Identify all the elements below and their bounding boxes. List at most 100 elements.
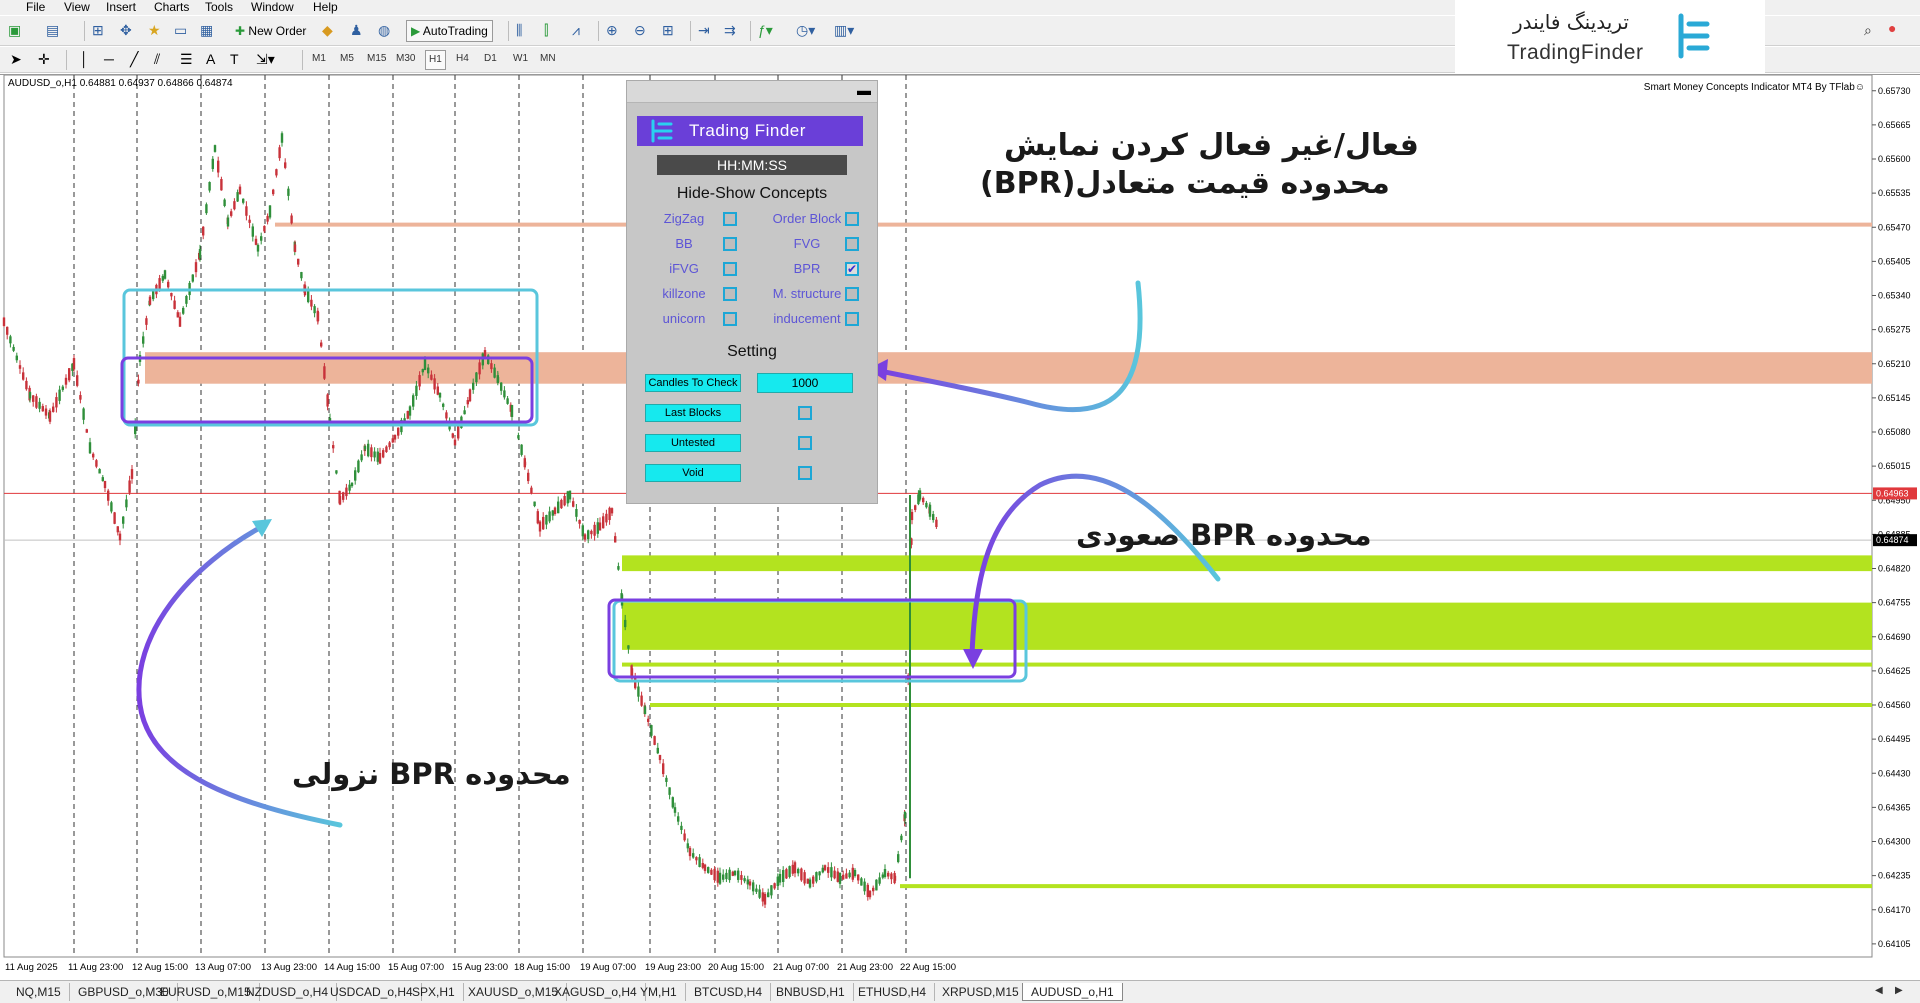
bar-chart-icon[interactable]: ⫼	[516, 20, 522, 40]
tf-d1[interactable]: D1	[484, 50, 497, 68]
text-label-icon[interactable]: T	[230, 49, 239, 69]
tf-m15[interactable]: M15	[367, 50, 386, 68]
zoom-out-icon[interactable]: ⊖	[634, 20, 646, 40]
fibonacci-icon[interactable]: ☰	[180, 49, 193, 69]
autotrading-button[interactable]: ▶ AutoTrading	[406, 20, 493, 42]
notifications-icon[interactable]: ●	[1888, 18, 1896, 38]
profiles-icon[interactable]: ▤	[46, 20, 59, 40]
checkbox-order-block[interactable]	[845, 212, 859, 226]
candle-body	[342, 492, 345, 500]
market-watch-icon[interactable]: ⊞	[92, 20, 104, 40]
tf-m5[interactable]: M5	[340, 50, 354, 68]
checkbox-void[interactable]	[798, 466, 812, 480]
menu-file[interactable]: File	[26, 0, 45, 15]
market-icon[interactable]: ◍	[378, 20, 390, 40]
candle-body	[701, 863, 704, 868]
checkbox-inducement[interactable]	[845, 312, 859, 326]
candle-body	[68, 368, 71, 381]
checkbox-unicorn[interactable]	[723, 312, 737, 326]
strategy-tester-icon[interactable]: ▦	[200, 20, 213, 40]
terminal-icon[interactable]: ▭	[174, 20, 187, 40]
chart-tab[interactable]: NQ,M15	[8, 983, 70, 1001]
vertical-line-icon[interactable]: │	[80, 49, 89, 69]
horizontal-line-icon[interactable]: ─	[104, 49, 114, 69]
scroll-left-icon[interactable]: ◀	[1875, 981, 1883, 1001]
tf-h4[interactable]: H4	[456, 50, 469, 68]
tf-m1[interactable]: M1	[312, 50, 326, 68]
trendline-icon[interactable]: ╱	[130, 49, 138, 69]
chart-canvas[interactable]: 11 Aug 2025 11 Aug 23:00 12 Aug 15:00 13 Au…	[0, 75, 1920, 979]
candle-body	[767, 892, 770, 898]
indicators-icon[interactable]: ƒ▾	[758, 20, 773, 40]
menu-view[interactable]: View	[64, 0, 90, 15]
candle-body	[506, 398, 509, 404]
candle-body	[373, 451, 376, 458]
scroll-right-icon[interactable]: ▶	[1895, 981, 1903, 1001]
arrows-icon[interactable]: ⇲▾	[256, 49, 275, 69]
price-chart[interactable]: 11 Aug 2025 11 Aug 23:00 12 Aug 15:00 13 Au…	[0, 74, 1920, 978]
candle-body	[643, 706, 647, 715]
crosshair-icon[interactable]: ✛	[38, 49, 50, 69]
autoscroll-icon[interactable]: ⇉	[724, 20, 736, 40]
chart-tab[interactable]: XAGUSD_o,H4	[546, 983, 646, 1001]
templates-icon[interactable]: ▥▾	[834, 20, 854, 40]
tf-mn[interactable]: MN	[540, 50, 556, 68]
navigator-icon[interactable]: ★	[148, 20, 161, 40]
chart-tab[interactable]: SPX,H1	[404, 983, 464, 1001]
tf-w1[interactable]: W1	[513, 50, 528, 68]
signals-icon[interactable]: ♟	[350, 20, 363, 40]
untested-button[interactable]: Untested	[645, 434, 741, 452]
new-order-button[interactable]: ✚ New Order	[234, 20, 307, 42]
menu-help[interactable]: Help	[313, 0, 338, 15]
tf-h1[interactable]: H1	[425, 50, 446, 70]
chart-tab[interactable]: XRPUSD,M15	[934, 983, 1028, 1001]
candle-body	[637, 686, 640, 697]
chart-tab[interactable]: AUDUSD_o,H1	[1022, 983, 1123, 1001]
candle-body	[88, 442, 92, 454]
checkbox-zigzag[interactable]	[723, 212, 737, 226]
checkbox-fvg[interactable]	[845, 237, 859, 251]
candle-body	[932, 514, 935, 521]
candles-to-check-input[interactable]: 1000	[757, 373, 853, 393]
tile-windows-icon[interactable]: ⊞	[662, 20, 674, 40]
periods-icon[interactable]: ◷▾	[796, 20, 815, 40]
candle-body	[548, 511, 551, 522]
search-icon[interactable]: ⌕	[1864, 20, 1872, 40]
metaeditor-icon[interactable]: ◆	[322, 20, 333, 40]
chart-shift-icon[interactable]: ⇥	[698, 20, 710, 40]
checkbox-bpr[interactable]: ✔	[845, 262, 859, 276]
menu-charts[interactable]: Charts	[154, 0, 189, 15]
void-button[interactable]: Void	[645, 464, 741, 482]
menu-tools[interactable]: Tools	[205, 0, 233, 15]
line-chart-icon[interactable]: ⩘	[572, 20, 580, 40]
zoom-in-icon[interactable]: ⊕	[606, 20, 618, 40]
chart-tab[interactable]: ETHUSD,H4	[850, 983, 936, 1001]
chart-tab[interactable]: BTCUSD,H4	[686, 983, 772, 1001]
candle-body	[436, 386, 439, 395]
checkbox-last-blocks[interactable]	[798, 406, 812, 420]
channel-icon[interactable]: ⫽	[154, 49, 160, 69]
cursor-icon[interactable]: ➤	[10, 49, 22, 69]
text-icon[interactable]: A	[206, 49, 215, 69]
panel-titlebar[interactable]: ▬	[627, 81, 877, 103]
data-window-icon[interactable]: ✥	[120, 20, 132, 40]
candle-body	[821, 867, 824, 873]
checkbox-bb[interactable]	[723, 237, 737, 251]
candles-to-check-button[interactable]: Candles To Check	[645, 374, 741, 392]
candle-body	[95, 460, 98, 467]
menu-insert[interactable]: Insert	[106, 0, 136, 15]
candle-body	[92, 453, 95, 458]
checkbox-ifvg[interactable]	[723, 262, 737, 276]
last-blocks-button[interactable]: Last Blocks	[645, 404, 741, 422]
new-chart-icon[interactable]: ▣	[8, 20, 21, 40]
minimize-icon[interactable]: ▬	[856, 83, 872, 99]
checkbox-killzone[interactable]	[723, 287, 737, 301]
checkbox-market-structure[interactable]	[845, 287, 859, 301]
chart-tab[interactable]: BNBUSD,H1	[768, 983, 854, 1001]
chart-tab[interactable]: YM,H1	[632, 983, 686, 1001]
candle-body	[445, 412, 448, 419]
checkbox-untested[interactable]	[798, 436, 812, 450]
menu-window[interactable]: Window	[251, 0, 294, 15]
tf-m30[interactable]: M30	[396, 50, 415, 68]
candlestick-icon[interactable]: ⫿	[544, 20, 548, 40]
